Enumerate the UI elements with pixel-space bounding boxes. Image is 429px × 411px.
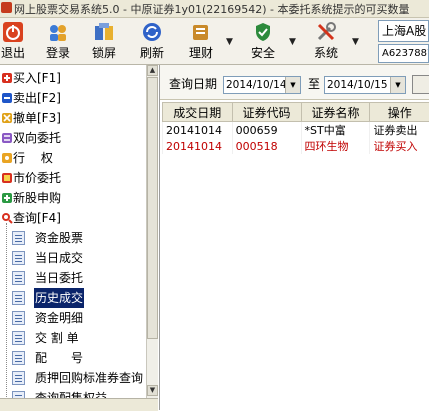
cancel-order-icon xyxy=(1,111,13,124)
security-icon xyxy=(252,21,274,43)
cell-trade-date: 20141014 xyxy=(163,122,233,139)
tree-horizontal-scrollbar[interactable] xyxy=(0,398,158,411)
cell-security-name: 四环生物 xyxy=(301,138,370,154)
document-icon xyxy=(12,351,25,365)
cell-operation: 证券买入 xyxy=(370,138,429,154)
scroll-up-icon[interactable]: ▲ xyxy=(147,65,158,76)
document-icon xyxy=(12,291,25,305)
column-header-operation[interactable]: 操作 xyxy=(370,103,429,122)
security-label: 安全 xyxy=(246,44,280,61)
lock-screen-label: 锁屏 xyxy=(87,44,121,61)
document-icon xyxy=(12,251,25,265)
system-icon xyxy=(315,21,337,43)
date-filter-bar: 查询日期 2014/10/14 ▼ 至 2014/10/15 ▼ xyxy=(160,65,429,100)
toolbar: 退出 登录 锁屏 刷新 理财 ▼ 安全 ▼ 系统 ▼ xyxy=(0,18,429,65)
window-title: 网上股票交易系统5.0 - 中原证券1y01(22169542) - 本委托系统… xyxy=(14,1,410,17)
document-icon xyxy=(12,331,25,345)
account-select[interactable]: A6237887 xyxy=(378,44,429,63)
document-icon xyxy=(12,271,25,285)
document-icon xyxy=(12,371,25,385)
buy-icon xyxy=(1,71,13,84)
document-icon xyxy=(12,231,25,245)
tree-connector-line xyxy=(6,223,8,410)
column-header-trade-date[interactable]: 成交日期 xyxy=(163,103,233,122)
market-select[interactable]: 上海A股 xyxy=(378,20,429,42)
end-date-picker[interactable]: 2014/10/15 ▼ xyxy=(324,76,406,94)
cell-security-code: 000659 xyxy=(232,122,301,139)
login-icon xyxy=(47,21,69,43)
exit-button[interactable]: 退出 xyxy=(0,18,26,64)
exit-icon xyxy=(2,21,24,43)
login-button[interactable]: 登录 xyxy=(41,18,75,64)
date-range-to-label: 至 xyxy=(308,75,320,92)
column-header-security-code[interactable]: 证券代码 xyxy=(232,103,301,122)
refresh-button[interactable]: 刷新 xyxy=(135,18,169,64)
scroll-down-icon[interactable]: ▼ xyxy=(147,385,158,396)
refresh-icon xyxy=(141,21,163,43)
lock-screen-icon xyxy=(93,21,115,43)
end-date-value: 2014/10/15 xyxy=(327,79,388,91)
system-label: 系统 xyxy=(309,44,343,61)
two-way-order-icon xyxy=(1,131,13,144)
system-button[interactable]: 系统 xyxy=(309,18,343,64)
cell-trade-date: 20141014 xyxy=(163,138,233,154)
finance-label: 理财 xyxy=(184,44,218,61)
market-order-icon xyxy=(1,171,13,184)
finance-icon xyxy=(190,21,212,43)
end-date-dropdown-icon[interactable]: ▼ xyxy=(390,77,405,93)
table-row[interactable]: 20141014 000659 *ST中富 证券卖出 xyxy=(163,122,429,139)
cell-security-name: *ST中富 xyxy=(301,122,370,139)
finance-dropdown-arrow-icon[interactable]: ▼ xyxy=(226,37,233,47)
title-bar: 网上股票交易系统5.0 - 中原证券1y01(22169542) - 本委托系统… xyxy=(0,0,429,18)
start-date-picker[interactable]: 2014/10/14 ▼ xyxy=(223,76,301,94)
exercise-icon xyxy=(1,151,13,164)
table-row[interactable]: 20141014 000518 四环生物 证券买入 xyxy=(163,138,429,154)
query-date-label: 查询日期 xyxy=(169,75,217,92)
system-dropdown-arrow-icon[interactable]: ▼ xyxy=(352,37,359,47)
cell-operation: 证券卖出 xyxy=(370,122,429,139)
cell-security-code: 000518 xyxy=(232,138,301,154)
lock-screen-button[interactable]: 锁屏 xyxy=(87,18,121,64)
app-logo-icon xyxy=(1,2,12,13)
query-button[interactable] xyxy=(412,75,429,94)
login-label: 登录 xyxy=(41,44,75,61)
history-trades-table: 成交日期 证券代码 证券名称 操作 20141014 000659 *ST中富 … xyxy=(162,102,429,154)
column-header-security-name[interactable]: 证券名称 xyxy=(301,103,370,122)
exit-label: 退出 xyxy=(0,44,26,61)
table-header-row: 成交日期 证券代码 证券名称 操作 xyxy=(163,103,429,122)
tree-vertical-scrollbar[interactable]: ▲ ▼ xyxy=(146,65,158,410)
history-trades-panel: 查询日期 2014/10/14 ▼ 至 2014/10/15 ▼ 成交日期 证券… xyxy=(159,65,429,410)
sell-icon xyxy=(1,91,13,104)
security-dropdown-arrow-icon[interactable]: ▼ xyxy=(289,37,296,47)
document-icon xyxy=(12,311,25,325)
finance-button[interactable]: 理财 xyxy=(184,18,218,64)
scroll-thumb[interactable] xyxy=(147,77,158,339)
refresh-label: 刷新 xyxy=(135,44,169,61)
ipo-icon xyxy=(1,191,13,204)
start-date-value: 2014/10/14 xyxy=(226,79,287,91)
start-date-dropdown-icon[interactable]: ▼ xyxy=(285,77,300,93)
function-tree: 买入[F1] 卖出[F2] 撤单[F3] 双向委托 行 权 市价委托 新股申购 … xyxy=(0,65,147,410)
security-button[interactable]: 安全 xyxy=(246,18,280,64)
